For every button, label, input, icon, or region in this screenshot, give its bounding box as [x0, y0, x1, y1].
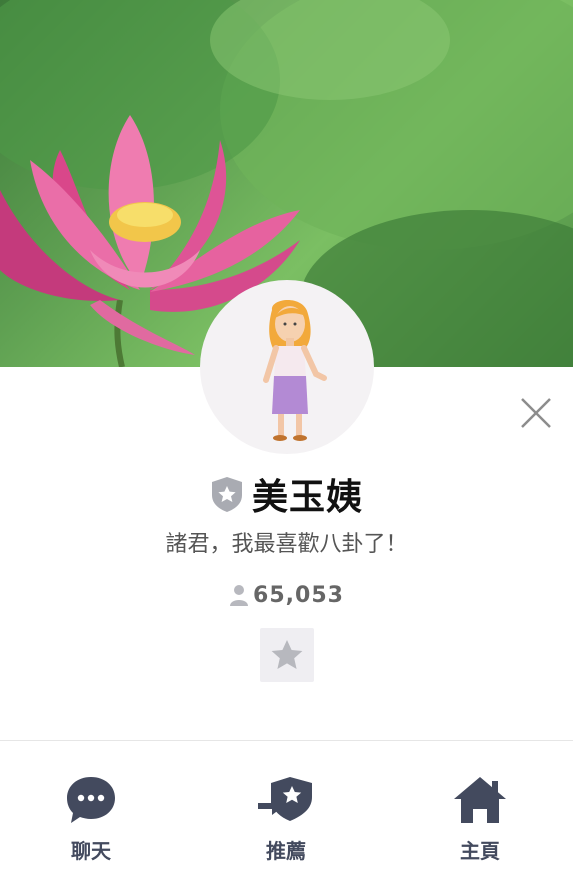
profile-avatar[interactable]	[200, 280, 374, 454]
recommend-icon	[256, 777, 312, 821]
home-button[interactable]: 主頁	[400, 741, 560, 886]
recommend-button[interactable]: 推薦	[206, 741, 366, 886]
chat-button[interactable]: 聊天	[11, 741, 171, 886]
recommend-label: 推薦	[266, 839, 306, 863]
close-button[interactable]	[518, 395, 554, 431]
close-icon	[521, 398, 551, 428]
profile-name-row: 美玉姨	[0, 468, 573, 520]
chat-bubble-icon	[67, 777, 115, 823]
home-label: 主頁	[460, 839, 500, 863]
chat-label: 聊天	[71, 839, 111, 863]
woman-illustration	[263, 300, 327, 441]
friend-count: 65,053	[0, 578, 573, 612]
shield-star-icon	[211, 477, 242, 512]
favorite-button[interactable]	[260, 628, 314, 682]
person-icon	[230, 585, 249, 606]
home-icon	[454, 777, 506, 823]
action-bar: 聊天 推薦 主頁	[0, 741, 573, 886]
star-icon	[271, 640, 303, 669]
profile-name: 美玉姨	[251, 477, 363, 518]
status-message: 諸君，我最喜歡八卦了！	[165, 532, 408, 557]
friend-count-value: 65,053	[253, 582, 344, 608]
